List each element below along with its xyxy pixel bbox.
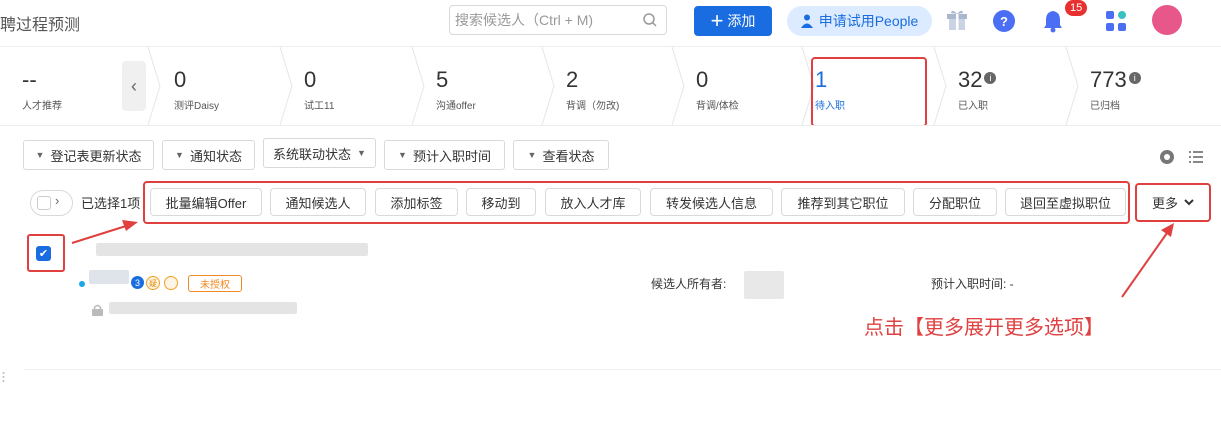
add-button[interactable]: + 添加 (694, 6, 772, 36)
recommend-other-position-button[interactable]: 推荐到其它职位 (781, 188, 905, 216)
notification-badge: 15 (1065, 0, 1088, 16)
bulk-edit-offer-button[interactable]: 批量编辑Offer (150, 188, 262, 216)
lock-icon (92, 304, 103, 316)
add-button-label: 添加 (727, 13, 756, 29)
avatar[interactable] (1152, 5, 1182, 35)
add-to-talent-pool-button[interactable]: 放入人才库 (545, 188, 641, 216)
caret-down-icon: ▼ (527, 150, 537, 160)
unauthorized-tag: 未授权 (188, 275, 242, 292)
add-tag-button[interactable]: 添加标签 (375, 188, 458, 216)
stage-bar: -- 人才推荐 ‹ 0 测评Daisy 0 试工11 5 沟通offer 2 背… (0, 46, 1221, 126)
trial-button-label: 申请试用People (818, 13, 919, 29)
search-box[interactable] (449, 5, 667, 35)
bell-icon[interactable] (1042, 9, 1064, 33)
filter-label: 预计入职时间 (412, 148, 491, 164)
owner-label: 候选人所有者: (651, 277, 727, 291)
select-all-toggle[interactable]: › (30, 190, 73, 216)
drag-handle-icon[interactable] (2, 371, 5, 383)
filter-system-link-status[interactable]: 系统联动状态 ▼ (263, 138, 376, 168)
search-icon[interactable] (642, 12, 658, 28)
filter-label: 系统联动状态 (273, 146, 352, 162)
candidate-info-redacted (109, 302, 297, 314)
row-checkbox[interactable]: ✔ (36, 246, 51, 261)
filter-expected-onboard-time[interactable]: ▼ 预计入职时间 (384, 140, 505, 170)
selected-count: 已选择1项 (81, 196, 141, 211)
candidate-id-redacted (89, 270, 129, 284)
gift-icon[interactable] (946, 8, 968, 32)
owner-name-redacted (744, 271, 784, 299)
user-badge-icon (164, 276, 178, 290)
person-icon (800, 14, 813, 28)
filter-notify-status[interactable]: ▼ 通知状态 (162, 140, 255, 170)
filter-form-update-status[interactable]: ▼ 登记表更新状态 (23, 140, 154, 170)
plus-icon: + (710, 8, 724, 33)
count-badge: 3 (131, 276, 144, 289)
expected-onboard-time: 预计入职时间: - (931, 277, 1014, 291)
candidate-name-redacted (96, 243, 368, 256)
move-to-button[interactable]: 移动到 (466, 188, 536, 216)
search-input[interactable] (450, 6, 640, 34)
settings-icon[interactable] (1160, 150, 1174, 164)
apps-icon[interactable] (1105, 10, 1127, 32)
filter-view-status[interactable]: ▼ 查看状态 (513, 140, 609, 170)
filter-label: 查看状态 (542, 148, 595, 164)
caret-down-icon: ▼ (357, 148, 366, 158)
annotation-text: 点击【更多展开更多选项】 (864, 317, 1104, 339)
list-view-icon[interactable] (1189, 150, 1203, 164)
notify-candidate-button[interactable]: 通知候选人 (270, 188, 366, 216)
select-all-checkbox[interactable] (37, 196, 51, 210)
more-label: 更多 (1151, 195, 1178, 211)
top-header: 聘过程预测 +添加 申请试用People ? 15 (0, 0, 1221, 42)
caret-down-icon: ▼ (175, 150, 184, 160)
caret-down-icon: ▼ (398, 150, 407, 160)
forward-candidate-info-button[interactable]: 转发候选人信息 (650, 188, 773, 216)
row-divider (24, 369, 1221, 370)
chevron-down-icon (1184, 198, 1194, 205)
more-button[interactable]: 更多 (1140, 188, 1206, 216)
online-status-dot (79, 281, 85, 287)
chevron-right-icon: › (55, 193, 60, 208)
assign-position-button[interactable]: 分配职位 (913, 188, 997, 216)
help-icon[interactable]: ? (993, 10, 1015, 32)
stage-separators (147, 47, 1079, 125)
page-title: 聘过程预测 (0, 17, 81, 34)
trial-people-button[interactable]: 申请试用People (787, 6, 932, 36)
return-to-virtual-position-button[interactable]: 退回至虚拟职位 (1005, 188, 1126, 216)
filter-label: 登记表更新状态 (50, 148, 142, 164)
doubt-badge: 疑 (146, 276, 160, 290)
caret-down-icon: ▼ (35, 150, 45, 160)
filter-label: 通知状态 (189, 148, 242, 164)
